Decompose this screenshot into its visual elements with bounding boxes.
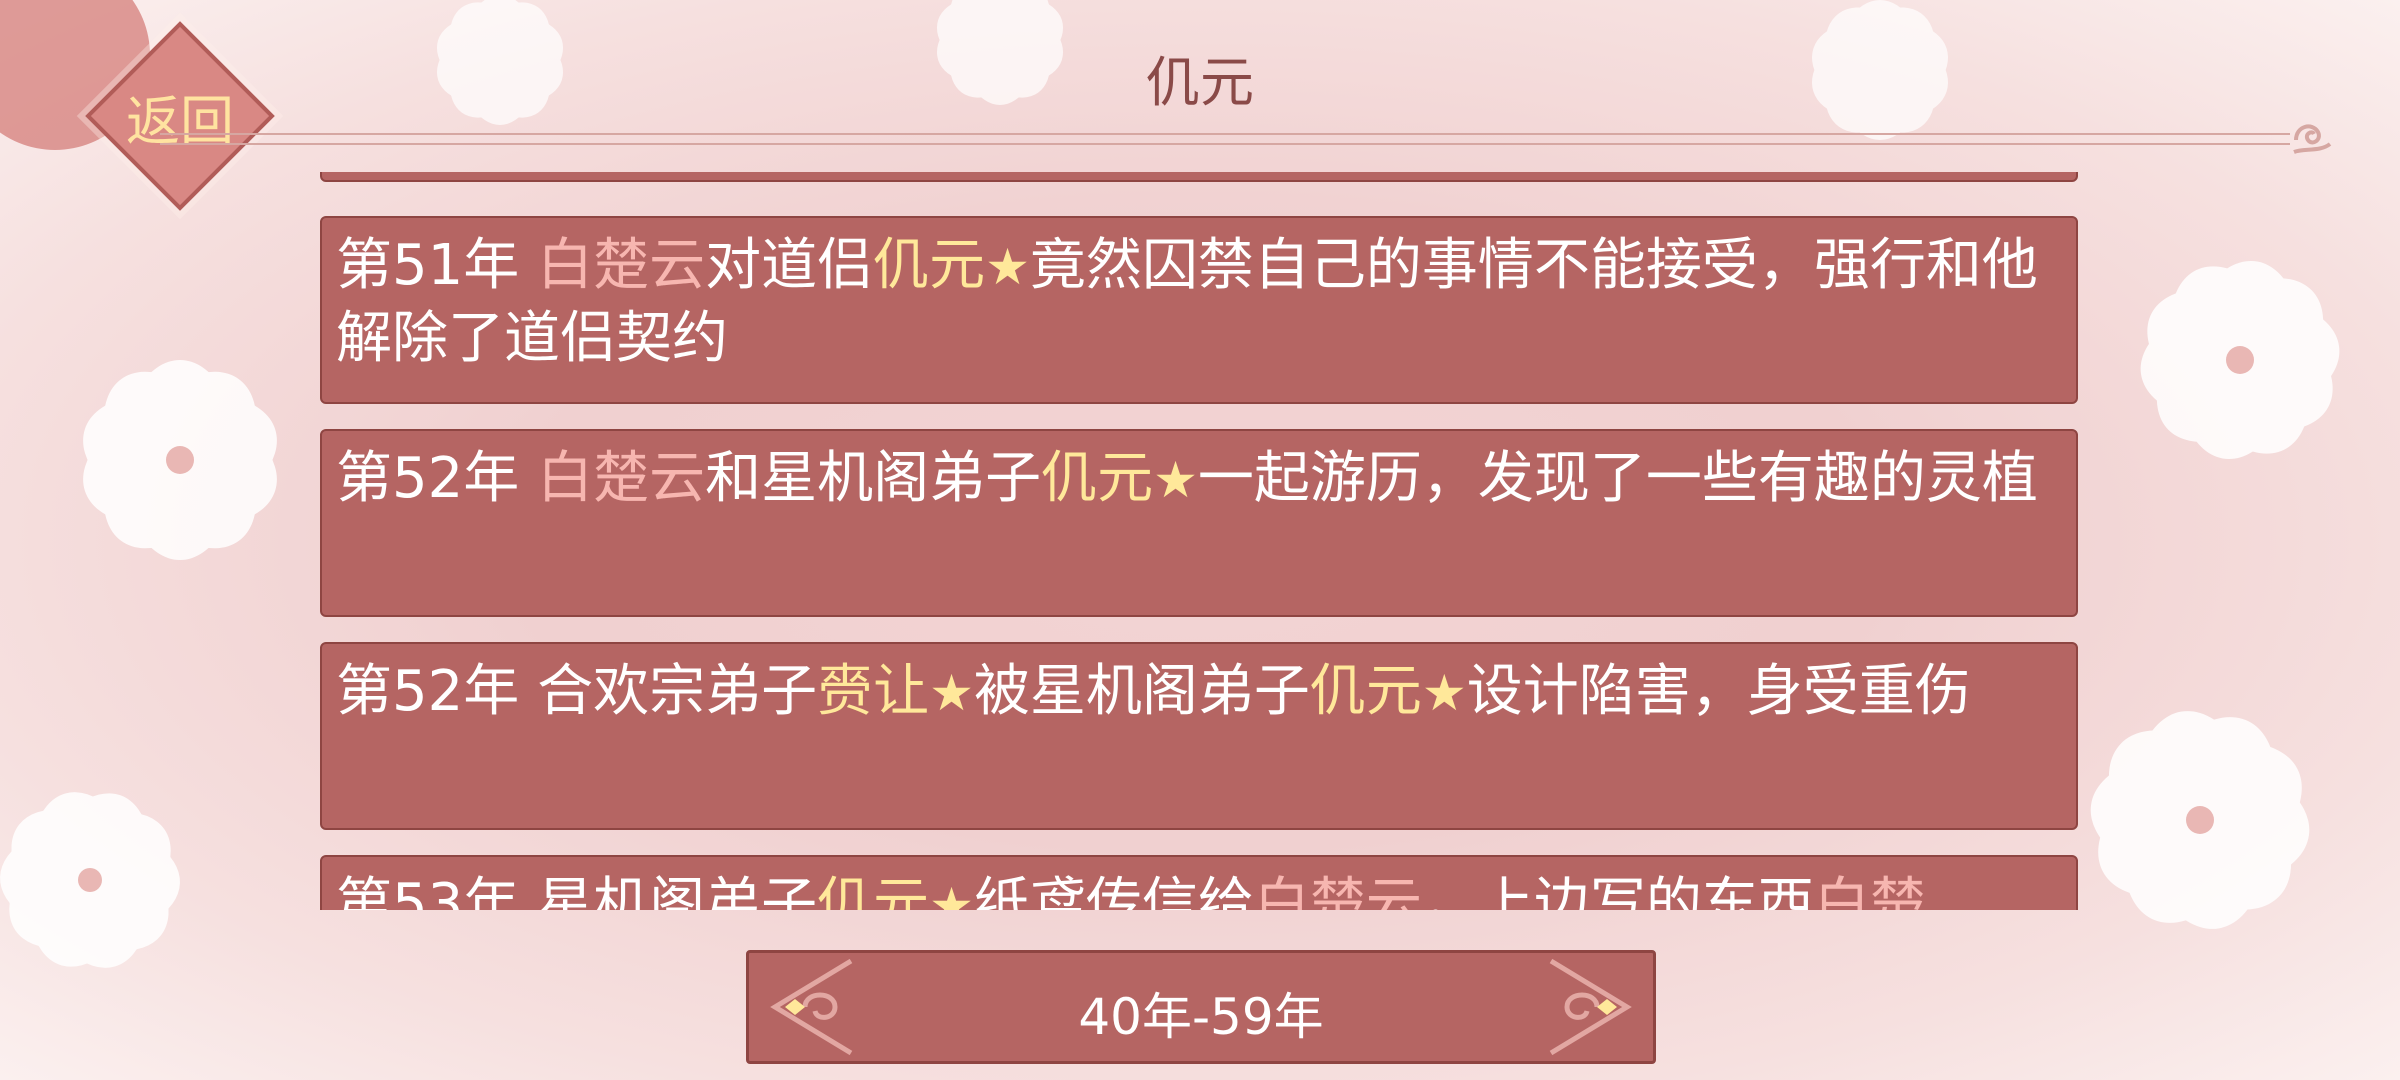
star-icon: ★ [1153,451,1198,509]
star-icon: ★ [929,877,974,910]
entry-year: 第53年 [336,872,520,910]
star-icon: ★ [929,664,974,722]
year-range-pager: 40年-59年 [746,950,1656,1064]
entry-name: 仉元 [1309,659,1422,724]
event-list[interactable]: 第51年 白楚云对道侣仉元★竟然囚禁自己的事情不能接受，强行和他解除了道侣契约 … [320,172,2080,910]
entry-name: 白楚云 [537,446,706,511]
entry-text: 星机阁弟子 [537,872,818,910]
entry-year: 第52年 [336,446,520,511]
entry-text: 设计陷害，身受重伤 [1466,659,1971,724]
cloud-ornament-icon [2293,124,2332,154]
entry-text: 对道侣 [705,233,874,298]
list-item-partial [320,172,2078,182]
entry-name: 仉元 [1041,446,1154,511]
star-icon: ★ [985,238,1030,296]
entry-year: 第51年 [336,233,520,298]
entry-text: 纸鸢传信给 [973,872,1254,910]
entry-text: 和星机阁弟子 [705,446,1042,511]
list-item: 第53年 星机阁弟子仉元★纸鸢传信给白楚云，上边写的东西白楚 [320,855,2078,910]
list-item: 第52年 合欢宗弟子赍让★被星机阁弟子仉元★设计陷害，身受重伤 [320,642,2078,830]
list-item: 第52年 白楚云和星机阁弟子仉元★一起游历，发现了一些有趣的灵植 [320,429,2078,617]
entry-name: 白楚 [1813,872,1926,910]
entry-name: 白楚云 [1253,872,1422,910]
next-range-arrow-icon[interactable] [1537,957,1637,1057]
year-range-label: 40年-59年 [1078,988,1324,1046]
entry-name: 赍让 [817,659,930,724]
entry-name: 白楚云 [537,233,706,298]
entry-name: 仉元 [873,233,986,298]
entry-text: ，上边写的东西 [1421,872,1814,910]
entry-year: 第52年 [336,659,520,724]
star-icon: ★ [1421,664,1467,722]
page-title: 仉元 [1146,51,1254,114]
header-divider [160,133,2290,145]
list-item: 第51年 白楚云对道侣仉元★竟然囚禁自己的事情不能接受，强行和他解除了道侣契约 [320,216,2078,404]
entry-text: 合欢宗弟子 [537,659,818,724]
entry-text: 一起游历，发现了一些有趣的灵植 [1197,446,2038,511]
entry-text: 被星机阁弟子 [973,659,1310,724]
entry-name: 仉元 [817,872,930,910]
